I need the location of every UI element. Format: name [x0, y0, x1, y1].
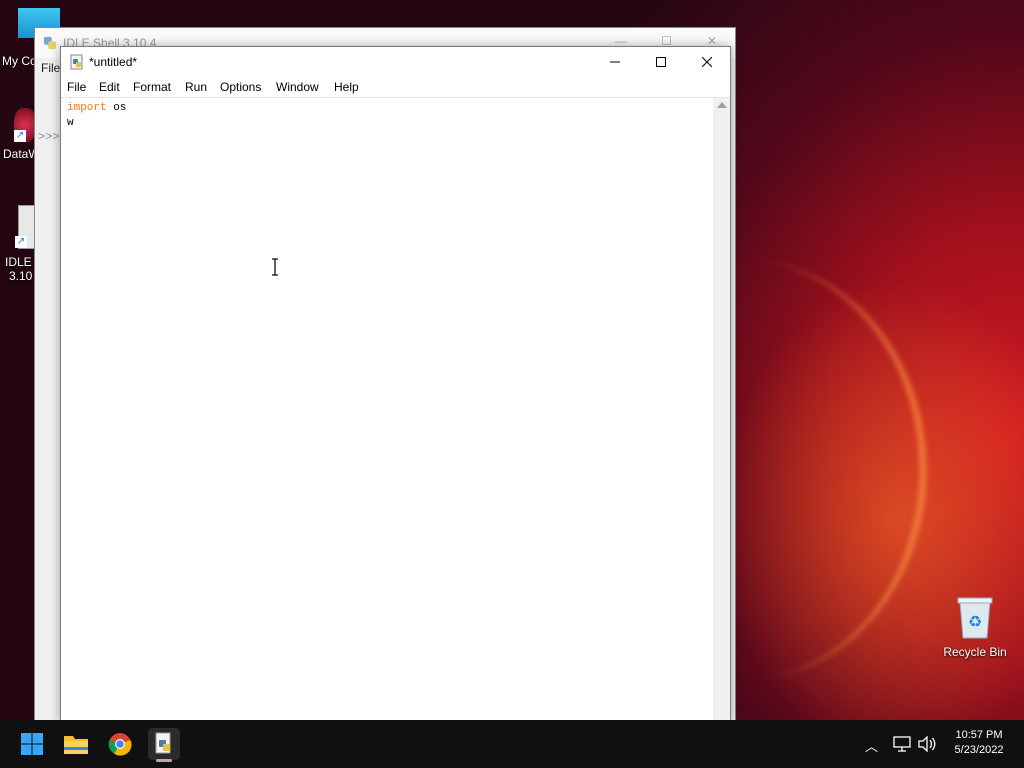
active-indicator	[156, 759, 172, 762]
menu-window[interactable]: Window	[276, 80, 319, 94]
text-cursor-icon	[272, 258, 278, 276]
recycle-bin-icon: ♻	[957, 597, 993, 639]
code-line: import os	[67, 101, 705, 116]
python-file-icon	[70, 54, 83, 70]
editor-title: *untitled*	[89, 55, 138, 69]
menu-bar: File Edit Format Run Options Window Help	[61, 77, 730, 98]
menu-run[interactable]: Run	[185, 80, 207, 94]
menu-help[interactable]: Help	[334, 80, 359, 94]
desktop-icon-label: Recycle Bin	[943, 645, 1007, 659]
volume-icon[interactable]	[917, 736, 937, 752]
network-icon[interactable]	[893, 736, 911, 752]
clock-time: 10:57 PM	[955, 729, 1003, 741]
close-button[interactable]	[684, 47, 730, 77]
shell-menu-file[interactable]: File	[41, 61, 60, 75]
minimize-button[interactable]	[592, 47, 638, 77]
idle-editor-window[interactable]: *untitled* File Edit Format Run Options …	[60, 46, 731, 720]
shortcut-arrow-icon: ↗	[15, 236, 27, 248]
windows-start-icon	[21, 733, 43, 755]
taskbar-chrome[interactable]	[104, 728, 136, 760]
shortcut-arrow-icon: ↗	[14, 130, 26, 142]
code-text: os	[106, 102, 127, 114]
shell-prompt: >>>	[38, 130, 60, 144]
folder-icon	[64, 736, 88, 754]
close-icon	[702, 57, 712, 67]
menu-options[interactable]: Options	[220, 80, 261, 94]
vertical-scrollbar[interactable]	[713, 98, 730, 720]
show-hidden-icons-chevron-icon[interactable]: ︿	[865, 736, 878, 755]
taskbar-file-explorer[interactable]	[60, 728, 92, 760]
start-button[interactable]	[16, 728, 48, 760]
maximize-button[interactable]	[638, 47, 684, 77]
taskbar: ︿ 10:57 PM 5/23/2022	[0, 720, 1024, 768]
taskbar-idle[interactable]	[148, 728, 180, 762]
code-line: w	[67, 116, 705, 131]
editor-title-bar[interactable]: *untitled*	[61, 47, 730, 77]
scroll-up-arrow-icon[interactable]	[717, 102, 727, 108]
desktop: My Co ↗ DataW ↗ IDLE ( 3.10 ♻ Recycle Bi…	[0, 0, 1024, 720]
clock-date: 5/23/2022	[954, 744, 1004, 756]
menu-file[interactable]: File	[67, 80, 86, 94]
minimize-icon	[610, 61, 620, 63]
svg-text:♻: ♻	[968, 612, 982, 631]
code-editor[interactable]: import os w	[61, 98, 711, 720]
maximize-icon	[656, 57, 666, 67]
chrome-icon	[108, 733, 132, 756]
clock[interactable]: 10:57 PM 5/23/2022	[944, 729, 1014, 756]
menu-edit[interactable]: Edit	[99, 80, 120, 94]
code-text: w	[67, 117, 74, 129]
code-keyword: import	[67, 102, 107, 114]
menu-format[interactable]: Format	[133, 80, 171, 94]
app-icon: ↗	[14, 108, 36, 142]
desktop-icon-recycle-bin[interactable]: ♻ Recycle Bin	[940, 596, 1010, 659]
idle-python-icon	[155, 732, 171, 754]
python-icon	[43, 36, 57, 50]
